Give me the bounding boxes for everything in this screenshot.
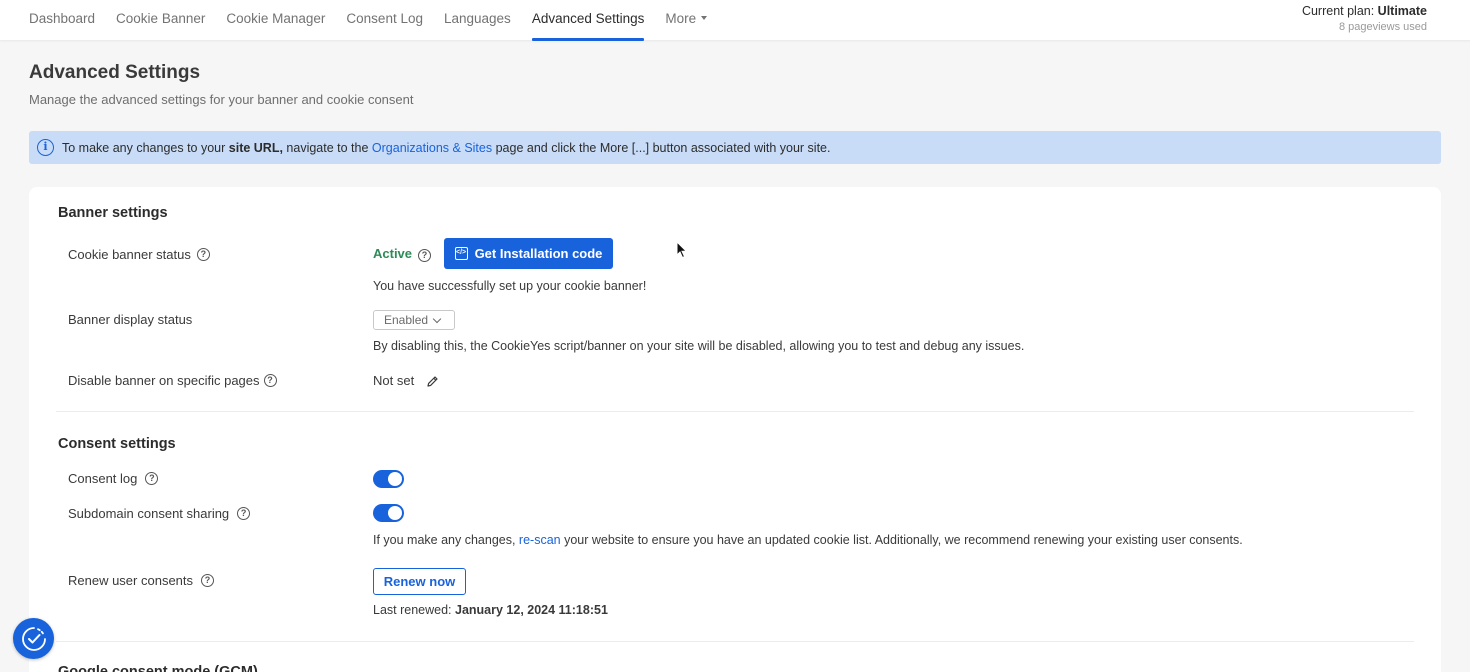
tab-cookie-manager[interactable]: Cookie Manager [226,0,325,41]
subdomain-sharing-text: Subdomain consent sharing [68,506,230,521]
mouse-cursor-icon [676,241,688,259]
subdomain-sharing-label: Subdomain consent sharing ? [68,506,251,521]
divider [56,641,1414,642]
info-text-2: navigate to the [282,140,372,155]
help-icon[interactable]: ? [237,507,251,520]
get-installation-code-label: Get Installation code [474,246,603,261]
caret-down-icon [701,16,708,21]
banner-display-note: By disabling this, the CookieYes script/… [373,339,1025,353]
cookie-check-icon [21,626,46,651]
top-nav: Dashboard Cookie Banner Cookie Manager C… [0,0,1470,41]
consent-settings-title: Consent settings [58,436,176,452]
plan-info: Current plan: Ultimate 8 pageviews used [1302,4,1427,33]
banner-status-value: Active? [373,246,432,262]
get-installation-code-button[interactable]: </> Get Installation code [444,238,613,269]
tab-languages[interactable]: Languages [444,0,511,41]
renew-consents-label: Renew user consents ? [68,573,215,588]
disable-banner-text: Disable banner on specific pages [68,373,260,388]
banner-setup-message: You have successfully set up your cookie… [373,279,647,293]
gcm-section-title: Google consent mode (GCM) [58,664,258,672]
rescan-note-1: If you make any changes, [373,533,519,547]
plan-prefix: Current plan: [1301,4,1378,18]
tab-cookie-banner[interactable]: Cookie Banner [116,0,205,41]
help-icon[interactable]: ? [418,249,432,262]
help-icon[interactable]: ? [145,472,159,485]
info-banner: i To make any changes to your site URL, … [29,131,1441,164]
cookie-banner-status-text: Cookie banner status [68,247,191,262]
info-icon: i [37,139,54,156]
nav-tabs: Dashboard Cookie Banner Cookie Manager C… [29,0,728,41]
last-renewed: Last renewed: January 12, 2024 11:18:51 [373,603,608,617]
chevron-down-icon [432,314,442,323]
help-icon[interactable]: ? [263,374,277,387]
divider [56,411,1414,412]
last-renewed-label: Last renewed: [373,603,455,617]
plan-name: Ultimate [1377,4,1427,18]
renew-now-button[interactable]: Renew now [373,568,466,595]
tab-more[interactable]: More [665,0,708,41]
banner-display-status-label: Banner display status [68,312,192,327]
consent-log-label: Consent log ? [68,471,159,486]
tab-consent-log[interactable]: Consent Log [346,0,423,41]
banner-settings-title: Banner settings [58,205,168,221]
disable-banner-value: Not set [373,373,439,388]
rescan-note-2: your website to ensure you have an updat… [560,533,1243,547]
cookie-banner-status-label: Cookie banner status ? [68,247,210,262]
consent-log-toggle[interactable] [373,470,404,488]
subdomain-sharing-toggle[interactable] [373,504,404,522]
edit-pencil-icon[interactable] [426,375,439,388]
info-text-1: To make any changes to your [62,140,229,155]
code-icon: </> [454,247,468,260]
info-text-3: page and click the More [...] button ass… [492,140,831,155]
help-icon[interactable]: ? [196,248,210,261]
organizations-sites-link[interactable]: Organizations & Sites [372,141,492,155]
plan-line: Current plan: Ultimate [1302,4,1427,18]
last-renewed-value: January 12, 2024 11:18:51 [455,603,608,617]
tab-dashboard[interactable]: Dashboard [29,0,95,41]
consent-log-text: Consent log [68,471,138,486]
consent-widget-button[interactable] [13,618,54,659]
not-set-text: Not set [373,373,415,388]
rescan-link[interactable]: re-scan [519,533,561,547]
rescan-note: If you make any changes, re-scan your we… [373,533,1243,547]
help-icon[interactable]: ? [201,574,215,587]
banner-display-status-text: Banner display status [68,312,193,327]
info-text-bold: site URL, [228,140,283,155]
settings-card: Banner settings Cookie banner status ? A… [29,187,1441,672]
renew-consents-text: Renew user consents [68,573,194,588]
page-subtitle: Manage the advanced settings for your ba… [29,92,414,107]
tab-more-label: More [665,11,697,26]
banner-display-select[interactable]: Enabled [373,310,455,330]
active-status: Active [373,246,413,261]
info-text: To make any changes to your site URL, na… [62,141,830,155]
pageviews-used: 8 pageviews used [1338,21,1427,33]
tab-advanced-settings[interactable]: Advanced Settings [531,0,644,41]
page-title: Advanced Settings [29,62,201,83]
disable-banner-label: Disable banner on specific pages ? [68,373,277,388]
banner-display-selected: Enabled [384,313,429,327]
